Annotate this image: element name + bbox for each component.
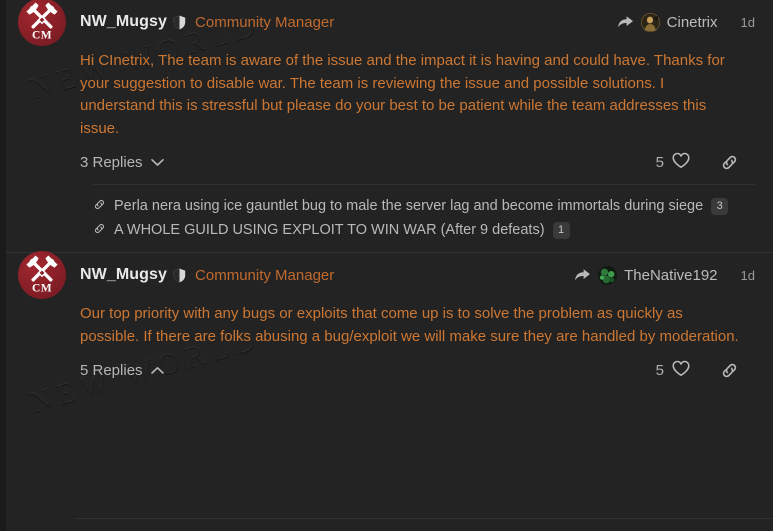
author-block: NW_Mugsy Community Manager xyxy=(80,266,574,284)
heart-icon xyxy=(672,360,690,381)
heart-icon xyxy=(672,152,690,173)
reply-arrow-icon xyxy=(617,15,634,29)
reply-arrow-icon xyxy=(574,268,591,282)
copy-link-button[interactable] xyxy=(720,153,739,172)
author-block: NW_Mugsy Community Manager xyxy=(80,13,617,31)
author-name[interactable]: NW_Mugsy xyxy=(80,13,167,31)
reply-to-name[interactable]: TheNative192 xyxy=(624,267,717,284)
author-title: Community Manager xyxy=(195,13,335,31)
chevron-up-icon xyxy=(150,362,164,379)
post-item: CM NW_Mugsy Community Manager xyxy=(0,0,773,252)
list-item[interactable]: A WHOLE GUILD USING EXPLOIT TO WIN WAR (… xyxy=(93,218,739,242)
replies-count-label: 5 Replies xyxy=(80,361,143,379)
reply-to-avatar[interactable] xyxy=(640,12,660,32)
post-timestamp: 1d xyxy=(740,14,755,30)
linked-thread-count: 3 xyxy=(711,197,729,215)
like-button[interactable]: 5 xyxy=(656,360,690,381)
replies-count-label: 3 Replies xyxy=(80,153,143,171)
shield-icon xyxy=(173,268,186,283)
linked-thread-title[interactable]: A WHOLE GUILD USING EXPLOIT TO WIN WAR (… xyxy=(114,222,545,238)
post-header: CM NW_Mugsy Community Manager xyxy=(18,0,755,46)
author-name[interactable]: NW_Mugsy xyxy=(80,266,167,284)
author-title: Community Manager xyxy=(195,266,335,284)
chevron-down-icon xyxy=(150,154,164,171)
svg-text:CM: CM xyxy=(32,30,52,42)
post-header-meta: TheNative192 1d xyxy=(574,265,755,285)
post-header-meta: Cinetrix 1d xyxy=(617,12,755,32)
list-item[interactable]: Perla nera using ice gauntlet bug to mal… xyxy=(93,194,739,218)
like-count: 5 xyxy=(655,361,664,379)
post-body: Our top priority with any bugs or exploi… xyxy=(80,305,739,345)
link-icon xyxy=(93,222,106,239)
replies-toggle[interactable]: 3 Replies xyxy=(80,154,164,171)
svg-text:CM: CM xyxy=(32,283,52,295)
shield-icon xyxy=(173,15,186,30)
left-edge-strip xyxy=(0,0,6,531)
copy-link-button[interactable] xyxy=(720,361,739,380)
avatar[interactable]: CM xyxy=(18,0,66,46)
reply-to-avatar[interactable] xyxy=(598,265,618,285)
post-footer: 5 Replies 5 xyxy=(18,348,755,392)
post-item: CM NW_Mugsy Community Manager xyxy=(0,251,773,392)
post-body: Hi CInetrix, The team is aware of the is… xyxy=(80,52,725,137)
post-header: CM NW_Mugsy Community Manager xyxy=(18,251,755,299)
replies-toggle[interactable]: 5 Replies xyxy=(80,362,164,379)
reply-to-name[interactable]: Cinetrix xyxy=(667,14,718,31)
link-icon xyxy=(93,198,106,215)
linked-thread-title[interactable]: Perla nera using ice gauntlet bug to mal… xyxy=(114,198,703,214)
like-button[interactable]: 5 xyxy=(656,152,690,173)
post-footer: 3 Replies 5 xyxy=(18,140,755,184)
replies-divider xyxy=(75,518,773,519)
linked-threads-list: Perla nera using ice gauntlet bug to mal… xyxy=(18,185,755,252)
linked-thread-count: 1 xyxy=(552,221,570,239)
forum-thread-view: NEW WORLD NEW WORLD CM NW_Mugsy Communit… xyxy=(0,0,773,531)
like-count: 5 xyxy=(655,153,664,171)
post-timestamp: 1d xyxy=(740,267,755,283)
avatar[interactable]: CM xyxy=(18,251,66,299)
